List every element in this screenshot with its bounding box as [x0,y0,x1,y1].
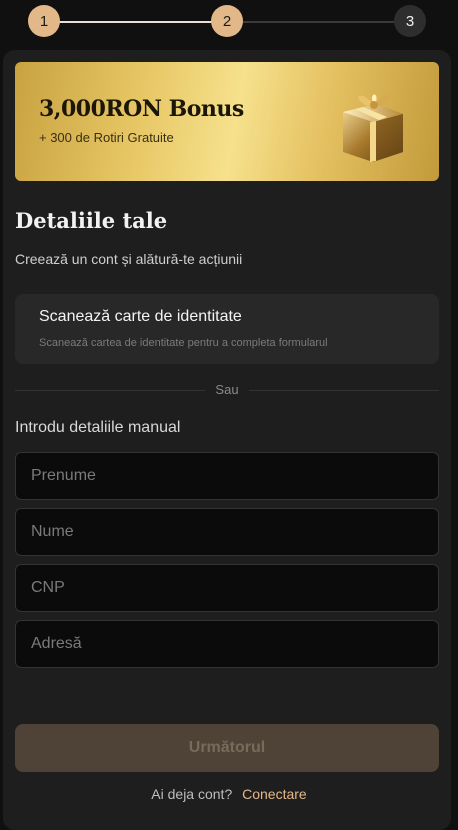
cnp-field[interactable] [15,564,439,612]
stepper-line-completed [44,21,227,23]
scan-id-description: Scanează cartea de identitate pentru a c… [39,337,328,349]
bonus-title: 3,000RON Bonus [39,96,244,122]
step-3: 3 [394,5,426,37]
divider-label: Sau [205,382,249,397]
manual-entry-label: Introdu detaliile manual [15,419,181,436]
login-question: Ai deja cont? [151,786,233,802]
login-link[interactable]: Conectare [242,786,307,802]
gift-box-icon [343,94,403,162]
next-button[interactable]: Următorul [15,724,439,772]
page-subtitle: Creează un cont și alătură-te acțiunii [15,251,243,267]
page-title: Detaliile tale [15,208,168,233]
scan-id-button[interactable]: Scanează carte de identitate Scanează ca… [15,294,439,364]
bonus-subtitle: + 300 de Rotiri Gratuite [39,130,174,145]
first-name-field[interactable] [15,452,439,500]
login-prompt: Ai deja cont? Conectare [0,786,458,802]
step-2: 2 [211,5,243,37]
stepper-line-pending [227,21,410,23]
last-name-field[interactable] [15,508,439,556]
scan-id-title: Scanează carte de identitate [39,308,242,325]
progress-stepper: 1 2 3 [0,0,458,44]
bonus-banner: 3,000RON Bonus + 300 de Rotiri Gratuite [15,62,439,181]
step-1: 1 [28,5,60,37]
address-field[interactable] [15,620,439,668]
